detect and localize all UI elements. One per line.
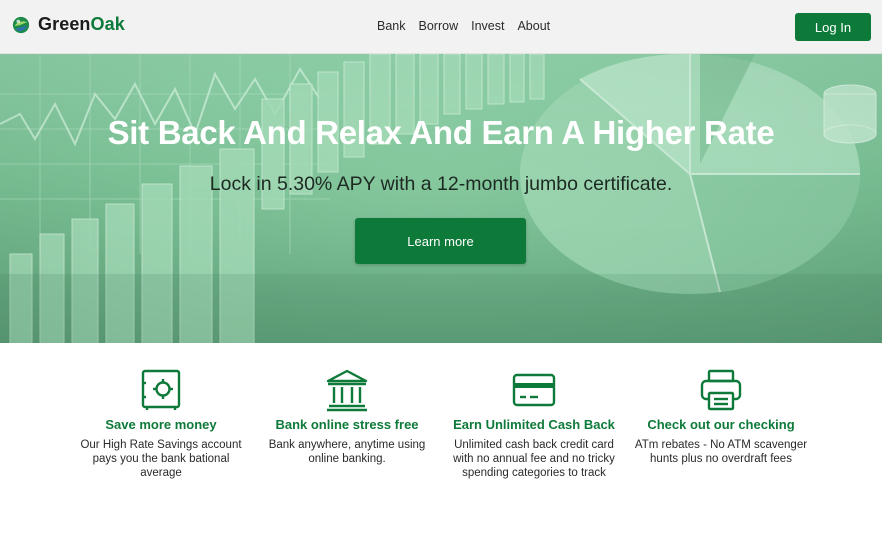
brand-logo[interactable]: GreenOak (12, 14, 125, 35)
nav-link-borrow[interactable]: Borrow (419, 19, 459, 33)
globe-logo-icon (12, 16, 30, 33)
nav-link-about[interactable]: About (517, 19, 550, 33)
bank-building-icon (326, 369, 368, 412)
nav-link-bank[interactable]: Bank (377, 19, 406, 33)
main-nav: Bank Borrow Invest About (377, 19, 563, 33)
feature-title: Save more money (105, 417, 217, 432)
feature-save-money: Save more money Our High Rate Savings ac… (71, 368, 251, 480)
learn-more-button[interactable]: Learn more (355, 218, 526, 264)
hero-overlay (0, 54, 882, 343)
feature-title: Bank online stress free (275, 417, 419, 432)
brand-name: GreenOak (38, 14, 125, 35)
feature-title: Earn Unlimited Cash Back (453, 417, 615, 432)
feature-description: Unlimited cash back credit card with no … (453, 439, 615, 479)
printer-icon (700, 369, 742, 411)
credit-card-icon (512, 373, 556, 407)
hero-subtitle: Lock in 5.30% APY with a 12-month jumbo … (209, 173, 673, 195)
feature-bank-online: Bank online stress free Bank anywhere, a… (257, 368, 437, 466)
site-header: GreenOak Bank Borrow Invest About Log In (0, 0, 882, 54)
nav-link-invest[interactable]: Invest (471, 19, 504, 33)
brand-name-part1: Green (38, 14, 91, 34)
feature-cash-back: Earn Unlimited Cash Back Unlimited cash … (444, 368, 624, 480)
feature-description: Bank anywhere, anytime using online bank… (268, 439, 426, 465)
feature-title: Check out our checking (647, 417, 795, 432)
safe-icon (141, 369, 181, 410)
hero-banner: Sit Back And Relax And Earn A Higher Rat… (0, 54, 882, 343)
feature-description: ATm rebates - No ATM scavenger hunts plu… (634, 439, 808, 465)
login-button[interactable]: Log In (795, 13, 871, 41)
hero-title: Sit Back And Relax And Earn A Higher Rat… (107, 114, 775, 151)
brand-name-part2: Oak (90, 14, 125, 34)
feature-checking: Check out our checking ATm rebates - No … (631, 368, 811, 466)
feature-description: Our High Rate Savings account pays you t… (80, 439, 242, 479)
